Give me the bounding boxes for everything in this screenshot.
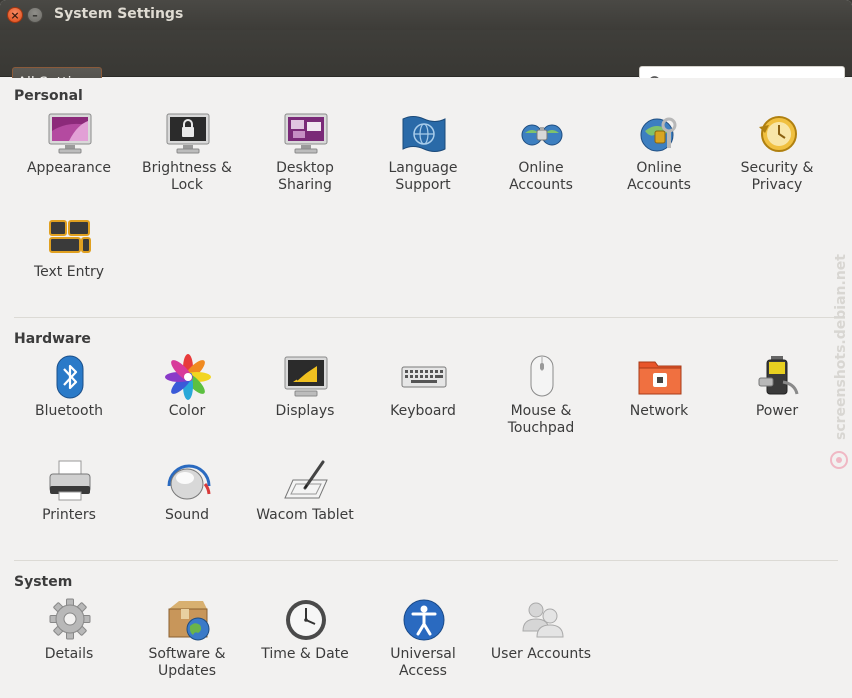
settings-panel: Personal Appearance Brightness & Lock De… xyxy=(0,78,852,698)
desktop-sharing-icon xyxy=(284,113,328,154)
item-details[interactable]: Details xyxy=(10,597,128,697)
watermark-text: screenshots.debian.net xyxy=(833,254,849,440)
item-keyboard[interactable]: Keyboard xyxy=(364,354,482,454)
item-label: Displays xyxy=(275,403,335,419)
item-time-date[interactable]: Time & Date xyxy=(246,597,364,697)
network-icon xyxy=(638,361,682,395)
item-label: Power xyxy=(755,403,799,419)
online-accounts-icon xyxy=(521,124,563,146)
item-label: Network xyxy=(629,403,689,419)
item-label: Security & Privacy xyxy=(740,160,814,193)
section-title-system: System xyxy=(14,574,73,590)
security-privacy-icon xyxy=(759,116,797,152)
item-wacom-tablet[interactable]: Wacom Tablet xyxy=(246,458,364,558)
close-window-button[interactable]: × xyxy=(7,7,23,23)
displays-icon xyxy=(284,356,328,397)
title-bar: × – System Settings xyxy=(0,0,852,30)
printer-icon xyxy=(49,460,91,501)
text-entry-icon xyxy=(49,220,91,253)
power-icon xyxy=(758,356,799,395)
item-label: Mouse & Touchpad xyxy=(507,403,575,436)
item-appearance[interactable]: Appearance xyxy=(10,111,128,211)
item-software-updates[interactable]: Software & Updates xyxy=(128,597,246,697)
software-updates-icon xyxy=(168,601,210,641)
mouse-icon xyxy=(530,355,554,397)
section-divider xyxy=(14,317,838,318)
section-title-hardware: Hardware xyxy=(14,331,91,347)
item-label: Time & Date xyxy=(261,646,349,662)
watermark: screenshots.debian.net xyxy=(830,254,849,469)
item-text-entry[interactable]: Text Entry xyxy=(10,215,128,315)
item-label: Software & Updates xyxy=(148,646,226,679)
toolbar: All Settings xyxy=(0,30,852,99)
color-icon xyxy=(165,354,211,400)
universal-access-icon xyxy=(403,599,445,641)
appearance-icon xyxy=(48,113,92,154)
system-settings-window: × – System Settings All Settings Persona… xyxy=(0,0,852,698)
item-label: Bluetooth xyxy=(35,403,103,419)
item-bluetooth[interactable]: Bluetooth xyxy=(10,354,128,454)
details-gear-icon xyxy=(49,598,91,640)
item-online-accounts[interactable]: Online Accounts xyxy=(482,111,600,211)
item-label: Color xyxy=(168,403,206,419)
item-label: Details xyxy=(44,646,94,662)
minimize-window-button[interactable]: – xyxy=(27,7,43,23)
item-power[interactable]: Power xyxy=(718,354,836,454)
bluetooth-icon xyxy=(56,355,84,399)
item-desktop-sharing[interactable]: Desktop Sharing xyxy=(246,111,364,211)
wacom-tablet-icon xyxy=(284,460,328,499)
item-label: Desktop Sharing xyxy=(276,160,334,193)
clock-icon xyxy=(286,600,326,640)
item-label: Brightness & Lock xyxy=(142,160,232,193)
item-network[interactable]: Network xyxy=(600,354,718,454)
item-online-accounts-keys[interactable]: Online Accounts xyxy=(600,111,718,211)
item-language-support[interactable]: Language Support xyxy=(364,111,482,211)
online-accounts-keys-icon xyxy=(640,117,677,152)
item-sound[interactable]: Sound xyxy=(128,458,246,558)
item-mouse-touchpad[interactable]: Mouse & Touchpad xyxy=(482,354,600,454)
item-universal-access[interactable]: Universal Access xyxy=(364,597,482,697)
item-color[interactable]: Color xyxy=(128,354,246,454)
item-label: User Accounts xyxy=(490,646,592,662)
keyboard-icon xyxy=(401,366,447,388)
item-label: Online Accounts xyxy=(509,160,573,193)
item-user-accounts[interactable]: User Accounts xyxy=(482,597,600,697)
item-label: Keyboard xyxy=(390,403,456,419)
item-brightness-lock[interactable]: Brightness & Lock xyxy=(128,111,246,211)
item-label: Online Accounts xyxy=(627,160,691,193)
item-security-privacy[interactable]: Security & Privacy xyxy=(718,111,836,211)
item-label: Sound xyxy=(164,507,210,523)
language-support-icon xyxy=(402,116,446,152)
section-title-personal: Personal xyxy=(14,88,83,104)
user-accounts-icon xyxy=(522,602,564,638)
item-label: Appearance xyxy=(26,160,112,176)
sound-icon xyxy=(167,464,211,500)
section-divider xyxy=(14,560,838,561)
item-label: Printers xyxy=(42,507,96,523)
window-title: System Settings xyxy=(54,6,184,22)
item-label: Language Support xyxy=(388,160,458,193)
item-label: Text Entry xyxy=(33,264,104,280)
item-displays[interactable]: Displays xyxy=(246,354,364,454)
item-label: Wacom Tablet xyxy=(256,507,354,523)
item-label: Universal Access xyxy=(390,646,456,679)
brightness-lock-icon xyxy=(166,113,210,154)
item-printers[interactable]: Printers xyxy=(10,458,128,558)
